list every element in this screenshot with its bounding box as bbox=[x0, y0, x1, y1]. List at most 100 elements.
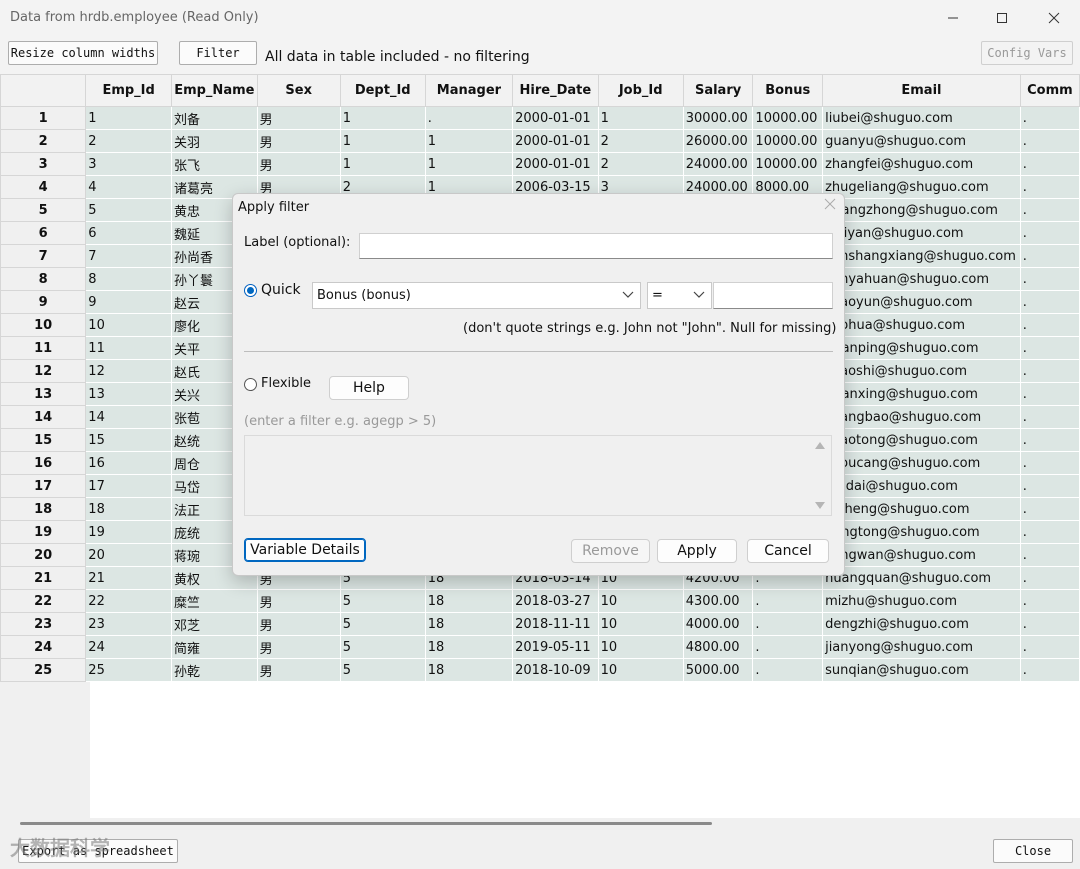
column-header[interactable]: Hire_Date bbox=[512, 74, 599, 107]
table-cell[interactable]: 2000-01-01 bbox=[512, 152, 599, 176]
row-number[interactable]: 2 bbox=[0, 129, 87, 153]
horizontal-scrollbar[interactable] bbox=[20, 822, 712, 825]
table-cell[interactable]: . bbox=[1019, 474, 1080, 498]
table-cell[interactable]: 25 bbox=[85, 658, 172, 682]
table-cell[interactable]: 6 bbox=[85, 221, 172, 245]
row-number[interactable]: 9 bbox=[0, 290, 87, 314]
row-number[interactable]: 12 bbox=[0, 359, 87, 383]
filter-button[interactable]: Filter bbox=[179, 41, 257, 65]
row-number[interactable]: 24 bbox=[0, 635, 87, 659]
table-cell[interactable]: 2000-01-01 bbox=[512, 129, 599, 153]
table-cell[interactable]: . bbox=[1019, 244, 1080, 268]
row-number[interactable]: 5 bbox=[0, 198, 87, 222]
table-cell[interactable]: . bbox=[1019, 175, 1080, 199]
table-cell[interactable]: 2019-05-11 bbox=[512, 635, 599, 659]
help-button[interactable]: Help bbox=[329, 376, 409, 400]
table-cell[interactable]: . bbox=[752, 589, 824, 613]
table-cell[interactable]: 10 bbox=[597, 658, 684, 682]
scroll-up-icon[interactable] bbox=[815, 442, 825, 449]
table-cell[interactable]: 10 bbox=[597, 612, 684, 636]
table-cell[interactable]: . bbox=[1019, 589, 1080, 613]
table-cell[interactable]: 男 bbox=[256, 635, 341, 659]
table-cell[interactable]: 2018-10-09 bbox=[512, 658, 599, 682]
table-cell[interactable]: 1 bbox=[424, 129, 514, 153]
table-cell[interactable]: 糜竺 bbox=[171, 589, 258, 613]
row-number[interactable]: 1 bbox=[0, 106, 87, 130]
table-cell[interactable]: . bbox=[1019, 451, 1080, 475]
table-cell[interactable]: 4300.00 bbox=[682, 589, 754, 613]
table-cell[interactable]: 7 bbox=[85, 244, 172, 268]
table-cell[interactable]: zhangfei@shuguo.com bbox=[822, 152, 1021, 176]
resize-columns-button[interactable]: Resize column widths bbox=[8, 41, 158, 65]
table-cell[interactable]: . bbox=[1019, 359, 1080, 383]
table-cell[interactable]: . bbox=[1019, 405, 1080, 429]
table-cell[interactable]: 10000.00 bbox=[752, 152, 824, 176]
table-cell[interactable]: guanxing@shuguo.com bbox=[822, 382, 1021, 406]
table-cell[interactable]: 2 bbox=[597, 129, 684, 153]
remove-button[interactable]: Remove bbox=[571, 539, 650, 563]
quick-value-input[interactable] bbox=[713, 282, 833, 309]
table-cell[interactable]: weiyan@shuguo.com bbox=[822, 221, 1021, 245]
table-cell[interactable]: 1 bbox=[424, 152, 514, 176]
table-cell[interactable]: 5 bbox=[85, 198, 172, 222]
table-cell[interactable]: 15 bbox=[85, 428, 172, 452]
row-number[interactable]: 16 bbox=[0, 451, 87, 475]
table-cell[interactable]: 2018-03-27 bbox=[512, 589, 599, 613]
table-cell[interactable]: 5 bbox=[339, 589, 426, 613]
table-cell[interactable]: . bbox=[1019, 520, 1080, 544]
table-cell[interactable]: . bbox=[1019, 497, 1080, 521]
variable-details-button[interactable]: Variable Details bbox=[244, 538, 366, 562]
table-cell[interactable]: 24000.00 bbox=[682, 152, 754, 176]
row-number[interactable]: 18 bbox=[0, 497, 87, 521]
table-cell[interactable]: . bbox=[424, 106, 514, 130]
table-cell[interactable]: 26000.00 bbox=[682, 129, 754, 153]
table-cell[interactable]: 18 bbox=[424, 658, 514, 682]
variable-select[interactable]: Bonus (bonus) bbox=[312, 282, 641, 309]
row-number[interactable]: 11 bbox=[0, 336, 87, 360]
table-cell[interactable]: zhaoshi@shuguo.com bbox=[822, 359, 1021, 383]
column-header[interactable]: Manager bbox=[424, 74, 514, 107]
close-window-button[interactable] bbox=[1031, 4, 1077, 32]
table-cell[interactable]: 24 bbox=[85, 635, 172, 659]
column-header[interactable]: Emp_Id bbox=[85, 74, 172, 107]
cancel-button[interactable]: Cancel bbox=[747, 539, 829, 563]
row-number[interactable]: 10 bbox=[0, 313, 87, 337]
table-cell[interactable]: 13 bbox=[85, 382, 172, 406]
table-cell[interactable]: . bbox=[1019, 336, 1080, 360]
table-cell[interactable]: . bbox=[1019, 290, 1080, 314]
table-cell[interactable]: 邓芝 bbox=[171, 612, 258, 636]
table-cell[interactable]: 2 bbox=[85, 129, 172, 153]
table-cell[interactable]: 22 bbox=[85, 589, 172, 613]
table-cell[interactable]: 张飞 bbox=[171, 152, 258, 176]
row-number[interactable]: 14 bbox=[0, 405, 87, 429]
row-number[interactable]: 3 bbox=[0, 152, 87, 176]
table-cell[interactable]: huangzhong@shuguo.com bbox=[822, 198, 1021, 222]
table-cell[interactable]: 10 bbox=[85, 313, 172, 337]
table-cell[interactable]: 10000.00 bbox=[752, 129, 824, 153]
table-cell[interactable]: 10000.00 bbox=[752, 106, 824, 130]
table-cell[interactable]: . bbox=[1019, 543, 1080, 567]
row-number[interactable]: 20 bbox=[0, 543, 87, 567]
table-cell[interactable]: 18 bbox=[424, 612, 514, 636]
column-header[interactable]: Emp_Name bbox=[171, 74, 258, 107]
table-cell[interactable]: 1 bbox=[339, 129, 426, 153]
row-number[interactable]: 21 bbox=[0, 566, 87, 590]
table-cell[interactable]: 18 bbox=[85, 497, 172, 521]
column-header[interactable]: Email bbox=[822, 74, 1021, 107]
table-cell[interactable]: 18 bbox=[424, 589, 514, 613]
table-cell[interactable]: zhugeliang@shuguo.com bbox=[822, 175, 1021, 199]
table-cell[interactable]: . bbox=[752, 635, 824, 659]
column-header[interactable]: Job_Id bbox=[597, 74, 684, 107]
flexible-radio[interactable] bbox=[244, 378, 257, 391]
column-header[interactable]: Bonus bbox=[752, 74, 824, 107]
label-input[interactable] bbox=[359, 233, 833, 259]
table-cell[interactable]: 20 bbox=[85, 543, 172, 567]
table-cell[interactable]: 孙乾 bbox=[171, 658, 258, 682]
table-cell[interactable]: 17 bbox=[85, 474, 172, 498]
table-cell[interactable]: . bbox=[752, 658, 824, 682]
row-number[interactable]: 4 bbox=[0, 175, 87, 199]
table-cell[interactable]: 4000.00 bbox=[682, 612, 754, 636]
table-cell[interactable]: 10 bbox=[597, 635, 684, 659]
table-cell[interactable]: . bbox=[1019, 267, 1080, 291]
table-cell[interactable]: . bbox=[1019, 129, 1080, 153]
